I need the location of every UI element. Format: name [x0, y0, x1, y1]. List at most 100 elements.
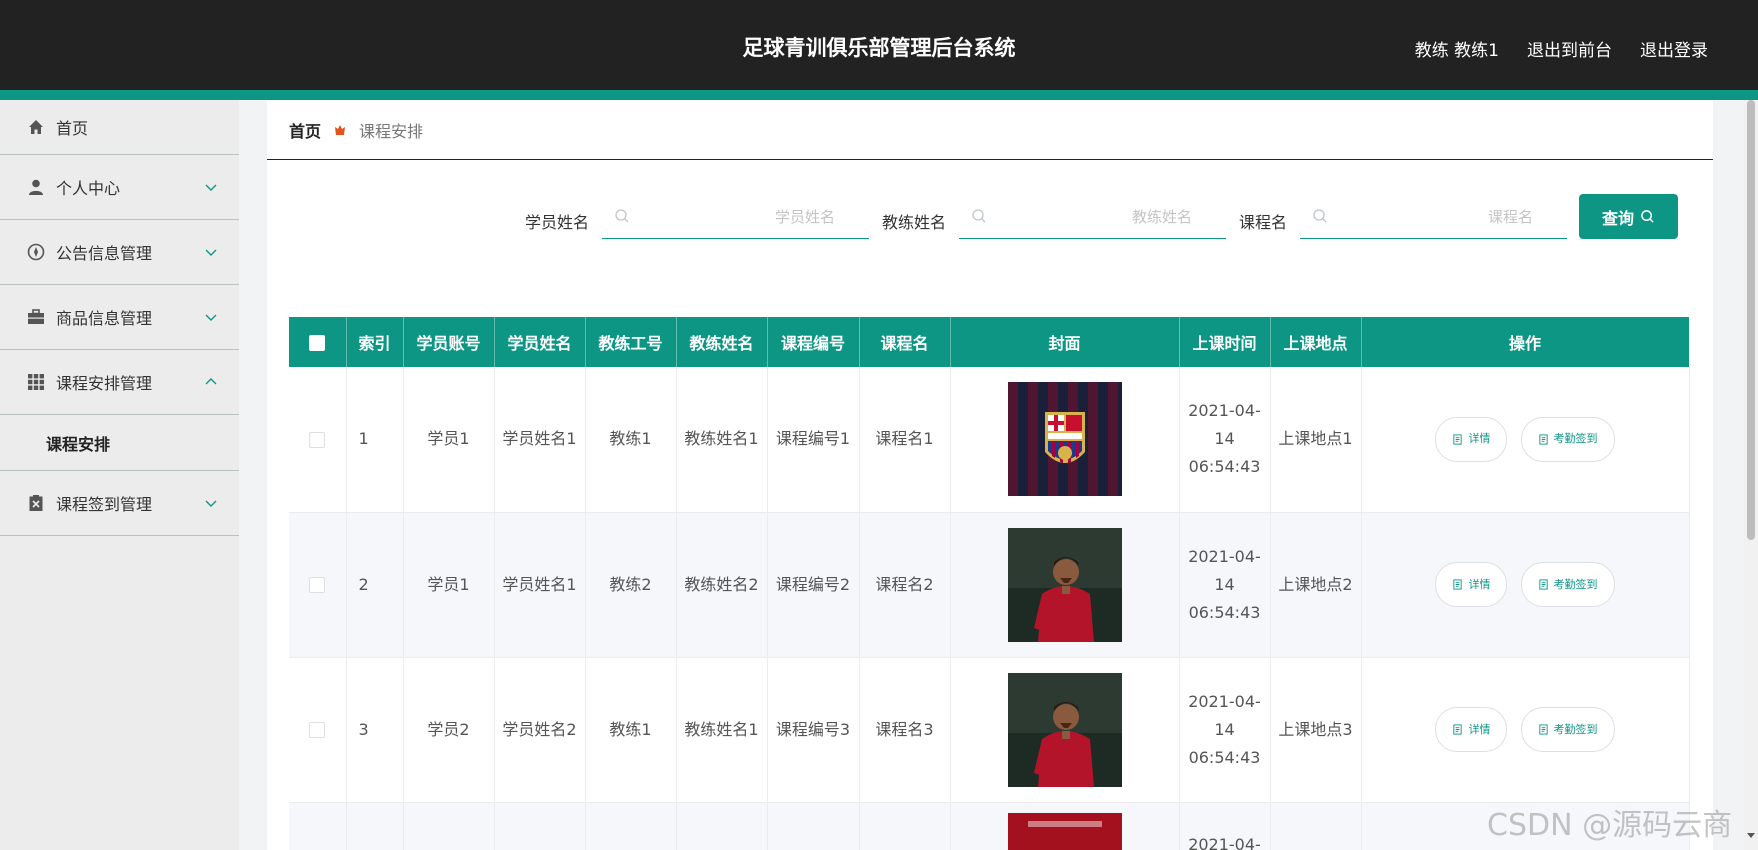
- document-icon: [1538, 434, 1548, 445]
- cell-student-name: 学员姓名1: [494, 367, 586, 513]
- select-all-cell[interactable]: [289, 317, 347, 367]
- grid-icon: [26, 372, 46, 392]
- signin-button-label: 考勤签到: [1553, 722, 1598, 736]
- header-user-menu: 教练 教练1 退出到前台 退出登录: [1415, 36, 1708, 61]
- document-icon: [1453, 724, 1463, 735]
- cover-image-fcb-crest: [1007, 382, 1122, 497]
- compass-icon: [26, 242, 46, 262]
- column-header: 课程名: [859, 317, 951, 367]
- query-button[interactable]: 查询: [1579, 194, 1678, 239]
- table-row: 1 学员1 学员姓名1 教练1 教练姓名1 课程编号1 课程名1 2021-04…: [289, 367, 1690, 513]
- sidebar-item-label: 公告信息管理: [56, 244, 153, 263]
- column-header: 上课地点: [1270, 317, 1362, 367]
- sidebar-item-label: 课程签到管理: [56, 495, 153, 514]
- course-name-input[interactable]: [1300, 195, 1567, 238]
- cell-coach-name: 教练姓名1: [676, 657, 768, 803]
- user-icon: [26, 177, 46, 197]
- cell-class-place: 上课地点2: [1270, 512, 1362, 658]
- cell-student-account: 学员1: [403, 512, 495, 658]
- detail-button-label: 详情: [1468, 577, 1491, 591]
- cell-course-no: 课程编号1: [767, 367, 860, 513]
- cell-student-name: 学员姓名1: [494, 512, 586, 658]
- cell-course-name: 课程名2: [859, 512, 951, 658]
- coach-name-label: 教练姓名: [882, 213, 947, 232]
- detail-button[interactable]: 详情: [1435, 562, 1508, 607]
- cell-coach-name: 教练姓名2: [676, 512, 768, 658]
- chevron-up-icon: [205, 378, 217, 385]
- cell-class-time: 2021-04-14 06:54:43: [1179, 512, 1271, 658]
- document-icon: [1538, 724, 1548, 735]
- attendance-signin-button[interactable]: 考勤签到: [1520, 707, 1615, 752]
- sidebar-item-label: 个人中心: [56, 179, 121, 198]
- cell-coach-no: 教练1: [585, 367, 677, 513]
- top-header: 足球青训俱乐部管理后台系统 教练 教练1 退出到前台 退出登录: [0, 0, 1758, 90]
- cell-student-account: 学员2: [403, 657, 495, 803]
- logout-link[interactable]: 退出登录: [1640, 36, 1708, 61]
- column-header: 教练姓名: [676, 317, 768, 367]
- column-header: 上课时间: [1179, 317, 1271, 367]
- column-header: 学员账号: [403, 317, 495, 367]
- chevron-down-icon: [205, 314, 217, 321]
- sidebar-item-notice[interactable]: 公告信息管理: [0, 220, 239, 285]
- row-checkbox[interactable]: [309, 431, 326, 448]
- cover-image-player: [1007, 672, 1122, 787]
- breadcrumb: 首页 课程安排: [267, 100, 1713, 160]
- column-header: 学员姓名: [494, 317, 586, 367]
- attendance-signin-button[interactable]: 考勤签到: [1520, 562, 1615, 607]
- student-name-label: 学员姓名: [525, 213, 590, 232]
- breadcrumb-separator-icon: [333, 123, 347, 137]
- cell-course-no: 课程编号3: [767, 657, 860, 803]
- cell-coach-no: 教练2: [585, 512, 677, 658]
- scrollbar-thumb[interactable]: [1747, 100, 1755, 540]
- cover-image-partial: [1007, 812, 1122, 850]
- select-all-checkbox[interactable]: [309, 335, 326, 351]
- student-name-input[interactable]: [602, 195, 869, 238]
- chevron-down-icon: [205, 184, 217, 191]
- vertical-scrollbar[interactable]: [1744, 100, 1758, 850]
- sidebar-item-goods[interactable]: 商品信息管理: [0, 285, 239, 350]
- chevron-down-icon: [205, 249, 217, 256]
- sidebar-subitem-course-schedule[interactable]: 课程安排: [0, 415, 239, 471]
- detail-button[interactable]: 详情: [1435, 707, 1508, 752]
- sidebar-item-signin[interactable]: 课程签到管理: [0, 471, 239, 536]
- attendance-signin-button[interactable]: 考勤签到: [1520, 416, 1615, 462]
- current-user-label: 教练 教练1: [1414, 41, 1499, 61]
- column-header: 索引: [346, 317, 404, 367]
- scroll-down-arrow-icon[interactable]: [1746, 830, 1756, 840]
- sidebar-item-label: 课程安排管理: [56, 374, 153, 393]
- sidebar-item-label: 商品信息管理: [56, 309, 153, 328]
- exit-to-front-link[interactable]: 退出到前台: [1527, 36, 1612, 61]
- column-header: 封面: [950, 317, 1180, 367]
- breadcrumb-current: 课程安排: [359, 121, 424, 141]
- home-icon: [26, 117, 46, 137]
- coach-name-input[interactable]: [959, 195, 1226, 238]
- cell-class-place: 上课地点1: [1270, 367, 1362, 513]
- document-icon: [1453, 434, 1463, 445]
- cell-coach-name: 教练姓名1: [676, 367, 768, 513]
- cover-image-player: [1007, 527, 1122, 642]
- detail-button[interactable]: 详情: [1435, 416, 1508, 462]
- sidebar: 首页 个人中心 公告信息管理 商品信息管理 课程安排管理 课程安排 课程签到管理: [0, 100, 239, 850]
- course-name-label: 课程名: [1239, 213, 1288, 232]
- cell-class-time: 2021-04-14 06:54:43: [1179, 657, 1271, 803]
- detail-button-label: 详情: [1468, 432, 1491, 446]
- cell-course-name: 课程名1: [859, 367, 951, 513]
- course-name-field: [1300, 195, 1567, 239]
- sidebar-item-course-schedule[interactable]: 课程安排管理: [0, 350, 239, 415]
- coach-name-field: [959, 195, 1226, 239]
- document-icon: [1538, 579, 1548, 590]
- sidebar-item-profile[interactable]: 个人中心: [0, 155, 239, 220]
- table-header-row: 索引 学员账号 学员姓名 教练工号 教练姓名 课程编号 课程名 封面 上课时间 …: [289, 317, 1690, 367]
- briefcase-icon: [26, 307, 46, 327]
- row-checkbox[interactable]: [309, 577, 326, 593]
- cell-student-name: 学员姓名2: [494, 657, 586, 803]
- breadcrumb-home[interactable]: 首页: [289, 118, 321, 142]
- sidebar-item-home[interactable]: 首页: [0, 100, 239, 155]
- row-checkbox[interactable]: [309, 722, 326, 738]
- student-name-field: [602, 195, 869, 239]
- course-schedule-table: 索引 学员账号 学员姓名 教练工号 教练姓名 课程编号 课程名 封面 上课时间 …: [289, 317, 1690, 850]
- sidebar-item-label: 首页: [56, 119, 89, 138]
- chevron-down-icon: [205, 500, 217, 507]
- cell-index: 3: [346, 657, 404, 803]
- cell-index: 1: [346, 367, 404, 513]
